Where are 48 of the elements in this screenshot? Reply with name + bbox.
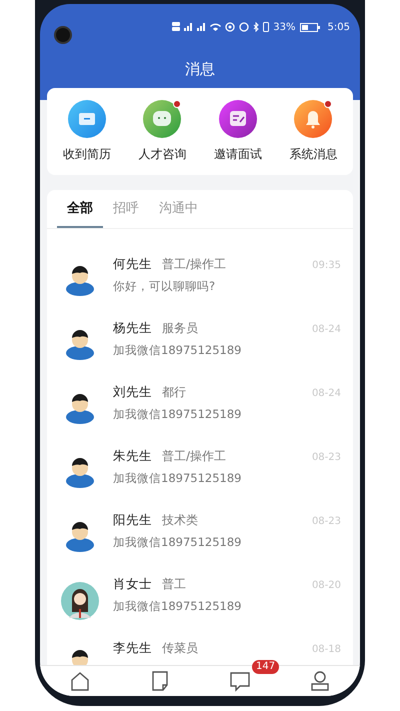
job-title: 都行 <box>162 384 186 401</box>
bluetooth-icon <box>253 22 260 32</box>
contact-name: 肖女士 <box>113 576 152 593</box>
signal-icon <box>184 23 194 31</box>
contact-name: 何先生 <box>113 256 152 273</box>
wifi-icon <box>210 23 222 31</box>
eye-icon <box>225 22 236 32</box>
house-icon <box>69 670 91 692</box>
contact-name: 朱先生 <box>113 448 152 465</box>
job-title: 传菜员 <box>162 640 198 657</box>
status-time: 5:05 <box>328 22 350 32</box>
battery-percentage: 33% <box>273 22 296 32</box>
message-preview: 你好，可以聊聊吗? <box>113 279 216 294</box>
chat-icon <box>143 100 182 138</box>
person-avatar <box>61 582 99 620</box>
shortcut-button[interactable]: 收到简历 <box>49 100 124 163</box>
alarm-clock-icon <box>239 22 250 32</box>
message-preview: 加我微信18975125189 <box>113 407 242 422</box>
job-title: 普工/操作工 <box>162 448 226 465</box>
message-preview: 加我微信18975125189 <box>113 599 242 614</box>
job-title: 普工 <box>162 576 186 593</box>
contact-name: 杨先生 <box>113 320 152 337</box>
speech-bubble-icon <box>229 670 251 692</box>
unread-count-badge: 147 <box>252 660 280 674</box>
vibrate-icon <box>263 22 270 32</box>
job-title: 普工/操作工 <box>162 256 226 273</box>
folder-icon <box>68 100 106 138</box>
battery-icon <box>300 22 320 32</box>
signal-icon <box>197 23 206 31</box>
contact-name: 李先生 <box>113 640 152 657</box>
front-camera <box>54 26 72 44</box>
page-title: 消息 <box>184 59 216 80</box>
note-icon <box>218 100 257 138</box>
chat-tab[interactable] <box>228 670 252 692</box>
job-title: 技术类 <box>162 512 198 529</box>
message-preview: 加我微信18975125189 <box>113 343 242 358</box>
message-preview: 加我微信18975125189 <box>113 535 242 550</box>
contact-name: 阳先生 <box>113 512 152 529</box>
person-icon <box>309 670 331 692</box>
filter-tab[interactable]: 全部 <box>57 190 103 228</box>
job-title: 服务员 <box>162 320 198 337</box>
contact-name: 刘先生 <box>113 384 152 401</box>
message-preview: 加我微信18975125189 <box>113 471 242 486</box>
shortcut-button[interactable]: 人才咨询 <box>124 100 200 163</box>
shortcut-button[interactable]: 系统消息 <box>276 100 351 163</box>
bell-icon <box>294 100 332 138</box>
sim-card-icon <box>172 22 180 32</box>
shortcut-button[interactable]: 邀请面试 <box>200 100 276 163</box>
